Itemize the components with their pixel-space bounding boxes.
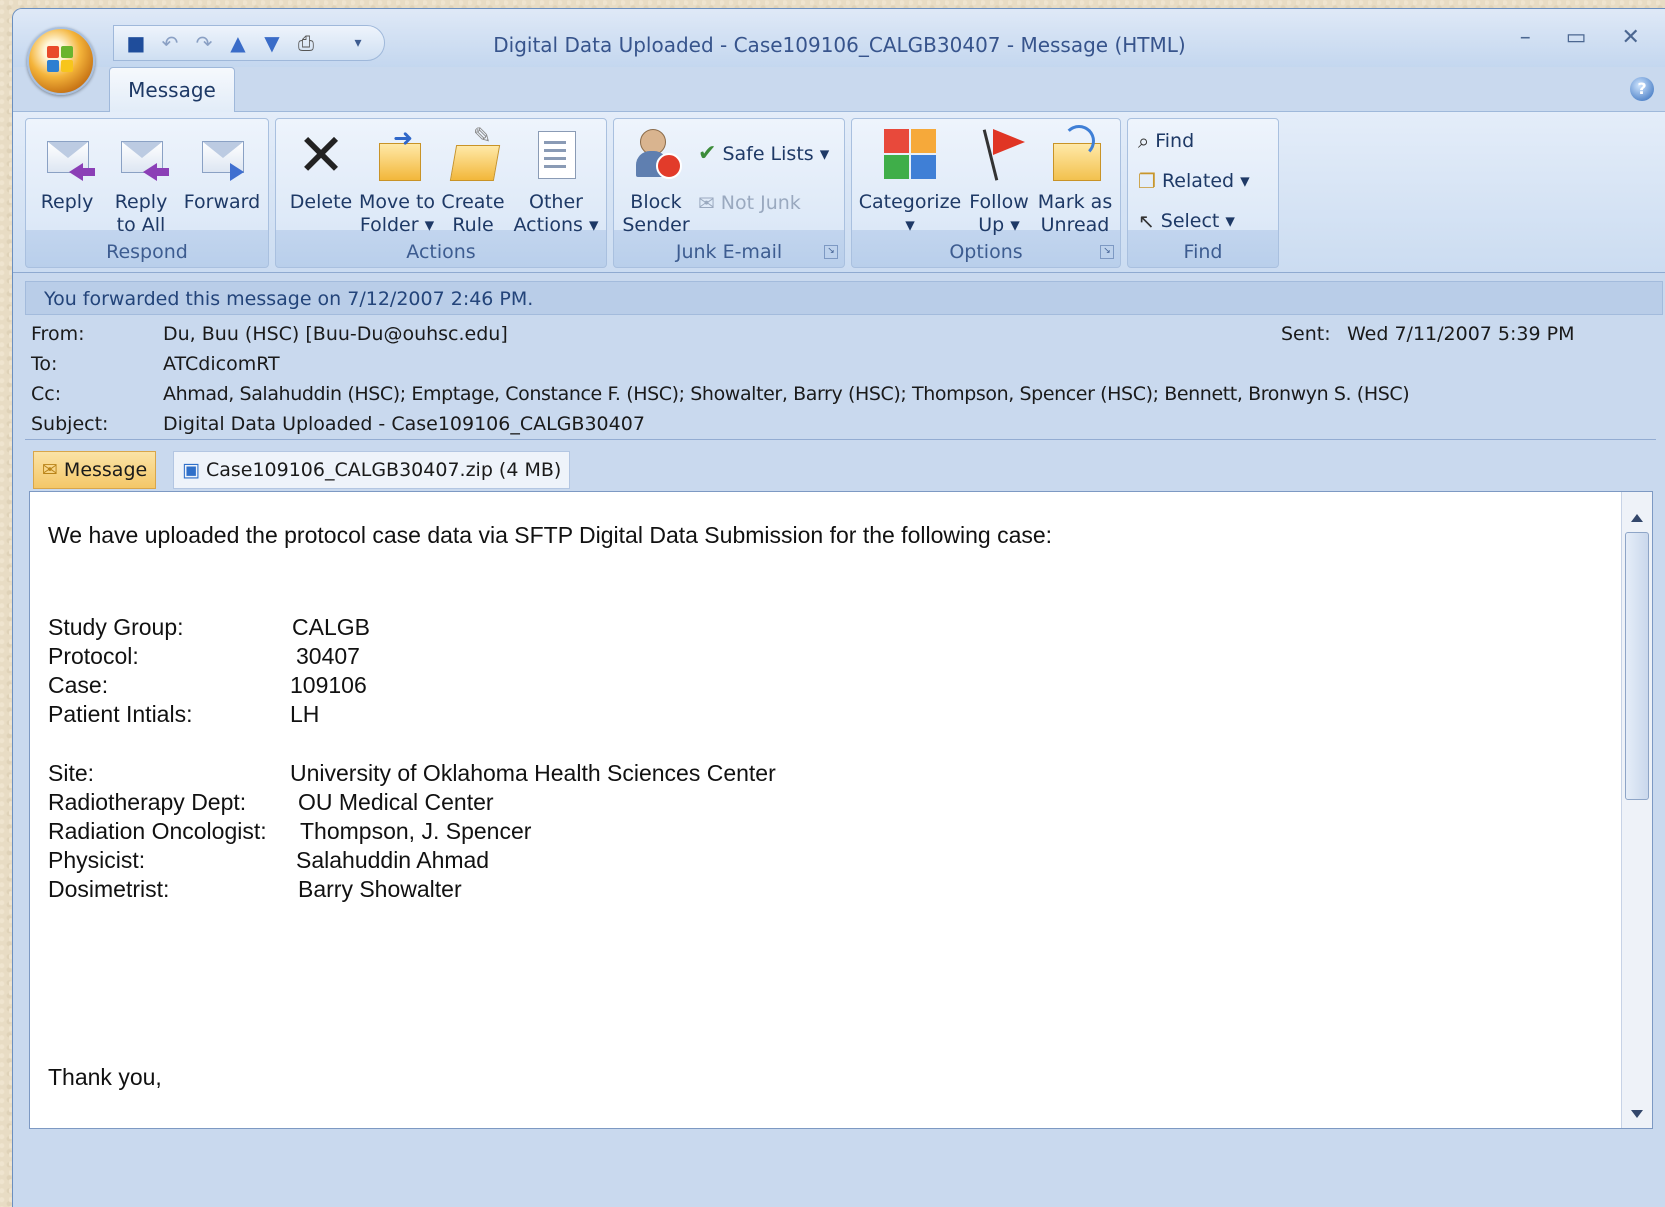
window-title: Digital Data Uploaded - Case109106_CALGB… [493, 33, 1186, 57]
subject-label: Subject: [31, 413, 109, 435]
reply-icon [41, 125, 95, 185]
to-label: To: [31, 353, 58, 375]
reply-button[interactable]: Reply [32, 125, 102, 214]
follow-up-button[interactable]: Follow Up ▾ [964, 125, 1034, 237]
to-value[interactable]: ATCdicomRT [163, 353, 280, 375]
categorize-button[interactable]: Categorize ▾ [856, 125, 964, 237]
cc-label: Cc: [31, 383, 62, 405]
create-rule-button[interactable]: ✎ Create Rule [440, 125, 506, 237]
body-intro: We have uploaded the protocol case data … [48, 522, 1053, 548]
delete-button[interactable]: ✕ Delete [284, 125, 358, 214]
not-junk-button[interactable]: ✉ Not Junk [698, 191, 801, 215]
outlook-message-window: ■ ↶ ↷ ▲ ▼ ⎙ ▾ Digital Data Uploaded - Ca… [12, 8, 1665, 1207]
block-sender-icon [630, 125, 682, 185]
flag-icon [973, 125, 1025, 185]
field-label: Physicist: [48, 847, 146, 873]
office-button[interactable] [27, 27, 95, 95]
envelope-icon: ✉ [42, 459, 58, 481]
junk-email-options-launcher[interactable]: ↘ [824, 245, 838, 259]
options-group: Categorize ▾ Follow Up ▾ Mark as Unread … [851, 118, 1121, 268]
info-bar[interactable]: You forwarded this message on 7/12/2007 … [25, 281, 1663, 315]
subject-value: Digital Data Uploaded - Case109106_CALGB… [163, 413, 645, 435]
from-value[interactable]: Du, Buu (HSC) [Buu-Du@ouhsc.edu] [163, 323, 508, 345]
field-label: Radiation Oncologist: [48, 818, 267, 844]
binoculars-icon: ⌕ [1138, 129, 1150, 153]
field-label: Patient Intials: [48, 701, 193, 727]
field-value: CALGB [292, 614, 370, 640]
field-value: LH [290, 701, 320, 727]
move-to-folder-button[interactable]: ➜ Move to Folder ▾ [358, 125, 436, 237]
other-actions-button[interactable]: Other Actions ▾ [512, 125, 600, 237]
respond-group: Reply Reply to All Forward Respond [25, 118, 269, 268]
cursor-icon: ↖ [1138, 209, 1155, 233]
message-body[interactable]: We have uploaded the protocol case data … [29, 491, 1653, 1129]
field-label: Dosimetrist: [48, 876, 170, 902]
body-closing: Thank you, [48, 1064, 162, 1090]
mark-as-unread-icon [1049, 125, 1101, 185]
field-label: Site: [48, 760, 95, 786]
from-label: From: [31, 323, 85, 345]
actions-group-label: Actions [406, 241, 476, 263]
options-group-label: Options [949, 241, 1023, 263]
field-value: OU Medical Center [298, 789, 494, 815]
block-sender-button[interactable]: Block Sender [618, 125, 694, 237]
forward-icon [196, 125, 248, 185]
find-group: ⌕ Find ❐ Related ▾ ↖ Select ▾ Find [1127, 118, 1279, 268]
field-value: University of Oklahoma Health Sciences C… [290, 760, 776, 786]
field-value: Salahuddin Ahmad [296, 847, 490, 873]
related-button[interactable]: ❐ Related ▾ [1138, 169, 1250, 193]
create-rule-icon: ✎ [447, 125, 501, 185]
forward-button[interactable]: Forward [182, 125, 262, 214]
select-button[interactable]: ↖ Select ▾ [1138, 209, 1235, 233]
find-group-label: Find [1183, 241, 1223, 263]
field-value: 30407 [296, 643, 360, 669]
office-logo-icon [47, 46, 75, 74]
actions-group: ✕ Delete ➜ Move to Folder ▾ ✎ Create Rul… [275, 118, 607, 268]
field-value: 109106 [290, 672, 367, 698]
options-launcher[interactable]: ↘ [1100, 245, 1114, 259]
cc-value[interactable]: Ahmad, Salahuddin (HSC); Emptage, Consta… [163, 383, 1410, 405]
window-controls[interactable]: – ▭ ✕ [1520, 25, 1654, 50]
attachment-zip[interactable]: ▣ Case109106_CALGB30407.zip (4 MB) [173, 451, 571, 489]
safe-lists-icon: ✔ [698, 141, 717, 166]
not-junk-icon: ✉ [698, 191, 715, 215]
mark-as-unread-button[interactable]: Mark as Unread [1036, 125, 1114, 237]
help-icon[interactable]: ? [1630, 77, 1654, 101]
ribbon: Reply Reply to All Forward Respond ✕ Del… [13, 111, 1665, 273]
sent-value: Wed 7/11/2007 5:39 PM [1347, 323, 1575, 345]
move-to-folder-icon: ➜ [371, 125, 423, 185]
find-button[interactable]: ⌕ Find [1138, 129, 1194, 153]
respond-group-label: Respond [106, 241, 188, 263]
zip-file-icon: ▣ [182, 459, 200, 481]
sent-label: Sent: [1281, 323, 1331, 345]
field-value: Thompson, J. Spencer [300, 818, 532, 844]
field-label: Radiotherapy Dept: [48, 789, 247, 815]
scroll-thumb[interactable] [1625, 532, 1649, 800]
message-tab[interactable]: ✉ Message [33, 451, 157, 489]
junk-email-group: Block Sender ✔ Safe Lists ▾ ✉ Not Junk J… [613, 118, 845, 268]
field-value: Barry Showalter [298, 876, 462, 902]
reply-all-icon [115, 125, 169, 185]
junk-email-group-label: Junk E-mail [675, 241, 783, 263]
field-label: Study Group: [48, 614, 184, 640]
vertical-scrollbar[interactable] [1621, 492, 1652, 1128]
field-label: Case: [48, 672, 109, 698]
delete-icon: ✕ [296, 121, 346, 189]
tab-message[interactable]: Message [109, 67, 235, 112]
reply-all-button[interactable]: Reply to All [106, 125, 176, 237]
header-divider [25, 439, 1656, 440]
scroll-down-icon[interactable] [1631, 1110, 1643, 1118]
title-bar: ■ ↶ ↷ ▲ ▼ ⎙ ▾ Digital Data Uploaded - Ca… [13, 9, 1665, 67]
scroll-up-icon[interactable] [1631, 514, 1643, 522]
categorize-icon [884, 125, 936, 185]
field-label: Protocol: [48, 643, 139, 669]
safe-lists-button[interactable]: ✔ Safe Lists ▾ [698, 141, 829, 166]
related-icon: ❐ [1138, 169, 1156, 193]
other-actions-icon [530, 125, 582, 185]
